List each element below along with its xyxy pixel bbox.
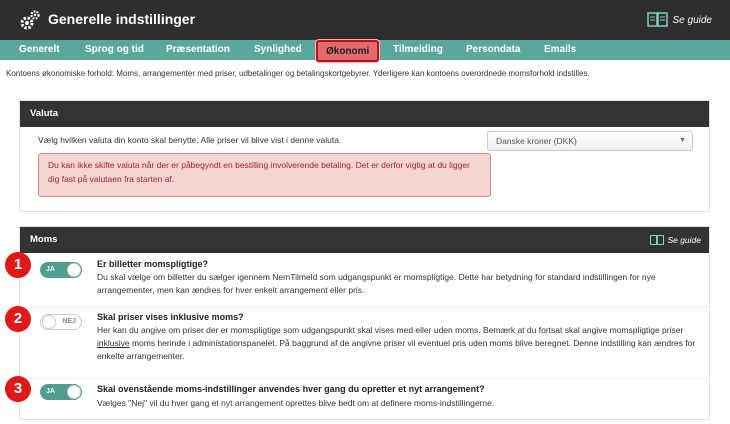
currency-selected-value: Danske kroner (DKK) bbox=[496, 136, 577, 146]
valuta-heading-text: Valuta bbox=[30, 108, 58, 119]
moms-anvendes-altid-toggle[interactable]: JA bbox=[40, 384, 82, 400]
tab-bar: Generelt Sprog og tid Præsentation Synli… bbox=[0, 40, 730, 62]
guide-label: Se guide bbox=[672, 14, 712, 26]
question-3: Skal ovenstående moms-indstillinger anve… bbox=[97, 384, 485, 394]
tab-emails[interactable]: Emails bbox=[544, 40, 576, 60]
book-icon bbox=[646, 12, 668, 27]
question-2: Skal priser vises inklusive moms? bbox=[97, 312, 244, 322]
page-title: Generelle indstillinger bbox=[48, 11, 196, 27]
description-2: Her kan du angive om priser der er momsp… bbox=[97, 324, 702, 363]
page-intro: Kontoens økonomiske forhold: Moms, arran… bbox=[6, 69, 590, 78]
question-1: Er billetter momspligtige? bbox=[97, 259, 209, 269]
gear-icon bbox=[20, 10, 40, 30]
toggle-knob bbox=[42, 315, 56, 329]
tab-sprog-og-tid[interactable]: Sprog og tid bbox=[85, 40, 144, 60]
moms-row-1: JA Er billetter momspligtige? Du skal væ… bbox=[20, 253, 709, 305]
tab-okonomi[interactable]: Økonomi bbox=[316, 40, 380, 62]
toggle-knob bbox=[67, 385, 81, 399]
description-2-part-2: moms herinde i administationspanelet. På… bbox=[97, 338, 696, 361]
tab-tilmelding[interactable]: Tilmelding bbox=[393, 40, 443, 60]
tab-praesentation[interactable]: Præsentation bbox=[166, 40, 230, 60]
book-icon bbox=[650, 234, 665, 245]
marker-1: 1 bbox=[5, 252, 31, 278]
top-bar: Generelle indstillinger Se guide bbox=[0, 0, 730, 40]
valuta-warning: Du kan ikke skifte valuta når der er påb… bbox=[38, 153, 491, 197]
description-1: Du skal vælge om billetter du sælger ige… bbox=[97, 272, 656, 295]
currency-select[interactable]: Danske kroner (DKK) ▼ bbox=[487, 131, 693, 151]
tab-generelt[interactable]: Generelt bbox=[19, 40, 60, 60]
toggle-knob bbox=[67, 263, 81, 277]
marker-3: 3 bbox=[5, 376, 31, 402]
chevron-down-icon: ▼ bbox=[679, 137, 686, 144]
billetter-momspligtige-toggle[interactable]: JA bbox=[40, 262, 82, 278]
moms-guide-label: Se guide bbox=[667, 235, 701, 245]
description-3: Vælges "Nej" vil du hver gang et nyt arr… bbox=[97, 398, 495, 408]
moms-guide-link[interactable]: Se guide bbox=[650, 227, 701, 253]
moms-heading-text: Moms bbox=[30, 234, 58, 245]
moms-row-2: NEJ Skal priser vises inklusive moms? He… bbox=[20, 307, 709, 377]
moms-panel: Moms Se guide JA Er billetter momspligti… bbox=[19, 226, 710, 420]
moms-heading: Moms Se guide bbox=[20, 227, 709, 253]
toggle-label: NEJ bbox=[62, 318, 76, 325]
valuta-panel: Valuta Vælg hvilken valuta din konto ska… bbox=[19, 100, 710, 212]
marker-2: 2 bbox=[5, 306, 31, 332]
priser-inklusive-moms-toggle[interactable]: NEJ bbox=[40, 314, 82, 330]
toggle-label: JA bbox=[46, 266, 55, 273]
valuta-description: Vælg hvilken valuta din konto skal benyt… bbox=[38, 135, 342, 145]
tab-synlighed[interactable]: Synlighed bbox=[254, 40, 302, 60]
guide-link[interactable]: Se guide bbox=[646, 12, 712, 28]
description-2-underlined: inklusive bbox=[97, 338, 130, 348]
tab-persondata[interactable]: Persondata bbox=[466, 40, 520, 60]
valuta-heading: Valuta bbox=[20, 101, 709, 127]
moms-row-3: JA Skal ovenstående moms-indstillinger a… bbox=[20, 378, 709, 418]
description-2-part-1: Her kan du angive om priser der er momsp… bbox=[97, 325, 684, 335]
toggle-label: JA bbox=[46, 388, 55, 395]
